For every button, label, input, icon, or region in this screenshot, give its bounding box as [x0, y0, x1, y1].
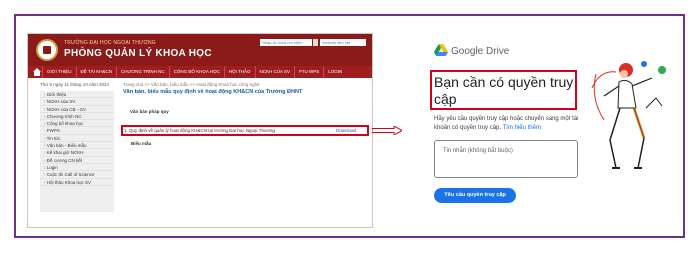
sidebar-item-intro[interactable]: Giới thiệu — [40, 91, 114, 99]
university-name: TRƯỜNG ĐẠI HỌC NGOẠI THƯƠNG — [64, 40, 156, 46]
sidebar-item-outline[interactable]: Đề cương CN kết — [40, 157, 114, 164]
site-header: TRƯỜNG ĐẠI HỌC NGOẠI THƯƠNG PHÒNG QUẢN L… — [28, 34, 372, 66]
nav-item-publications[interactable]: CÔNG BỐ KHOA HỌC — [168, 66, 224, 78]
nav-item-programs[interactable]: CHƯƠNG TRÌNH NC — [115, 66, 169, 78]
section-title-regulations: Văn bản pháp quy — [130, 109, 169, 114]
highlight-document-row — [121, 125, 369, 136]
sidebar-item-declare-hours[interactable]: Kế khai giờ NCKH — [40, 149, 114, 157]
sidebar-item-staff-research[interactable]: NCKH của CB - GV — [40, 106, 114, 113]
sidebar-item-publications[interactable]: Công bố khoa học — [40, 120, 114, 128]
sidebar-item-student-research[interactable]: NCKH của SV — [40, 98, 114, 106]
message-input[interactable]: Tin nhắn (không bắt buộc) — [434, 140, 578, 178]
nav-item-intro[interactable]: GIỚI THIỆU — [42, 66, 76, 78]
learn-more-link[interactable]: Tìm hiểu thêm — [503, 125, 541, 131]
message-placeholder: Tin nhắn (không bắt buộc) — [443, 148, 513, 154]
nav-item-conferences[interactable]: HỘI THẢO — [223, 66, 255, 78]
sidebar-item-documents[interactable]: Văn bản - Biểu mẫu — [40, 142, 114, 150]
search-icon[interactable] — [313, 39, 318, 46]
site-search-input[interactable]: Nhập từ khoá tìm kiếm — [260, 39, 312, 46]
illustration-person-icon — [591, 61, 666, 169]
access-description: Hãy yêu cầu quyền truy cập hoặc chuyển s… — [434, 115, 594, 133]
sidebar-item-programs[interactable]: Chương trình NC — [40, 113, 114, 121]
nav-item-wps[interactable]: FTU WPS — [294, 66, 323, 78]
home-icon[interactable] — [32, 68, 42, 76]
request-access-button[interactable]: Yêu cầu quyền truy cập — [434, 188, 516, 203]
sidebar-item-news[interactable]: Tin tức — [40, 135, 114, 143]
google-drive-icon — [434, 44, 448, 56]
section-title-forms: Biểu mẫu — [131, 141, 152, 146]
highlight-title — [430, 70, 577, 110]
sidebar-item-student-conference[interactable]: Hội thảo Khoa học SV — [40, 179, 114, 186]
breadcrumb[interactable]: Trang chủ >> Văn bản, biểu mẫu >> Hoạt đ… — [123, 82, 260, 87]
main-nav: GIỚI THIỆU ĐỀ TÀI KH&CN CHƯƠNG TRÌNH NC … — [28, 66, 372, 78]
university-logo-icon[interactable] — [36, 39, 58, 61]
linked-websites-select[interactable]: Website liên kết — [320, 39, 366, 46]
current-date: Thứ 6 ngày 11 tháng 10 năm 2024 — [40, 82, 109, 87]
sidebar: Giới thiệu NCKH của SV NCKH của CB - GV … — [40, 91, 114, 212]
google-drive-brand: Google Drive — [451, 46, 510, 57]
nav-item-projects[interactable]: ĐỀ TÀI KH&CN — [75, 66, 116, 78]
right-arrow-icon — [372, 126, 402, 135]
sidebar-item-login[interactable]: Login — [40, 164, 114, 172]
page-title: Văn bản, biểu mẫu quy định về hoạt động … — [123, 89, 303, 95]
nav-item-login[interactable]: LOGIN — [323, 66, 346, 78]
sidebar-item-fwps[interactable]: FWPS — [40, 127, 114, 135]
nav-item-student-research[interactable]: NCKH CỦA SV — [254, 66, 295, 78]
sidebar-item-call-of-science[interactable]: Cuộc thi Call of Science — [40, 171, 114, 179]
department-name: PHÒNG QUẢN LÝ KHOA HỌC — [64, 48, 212, 59]
